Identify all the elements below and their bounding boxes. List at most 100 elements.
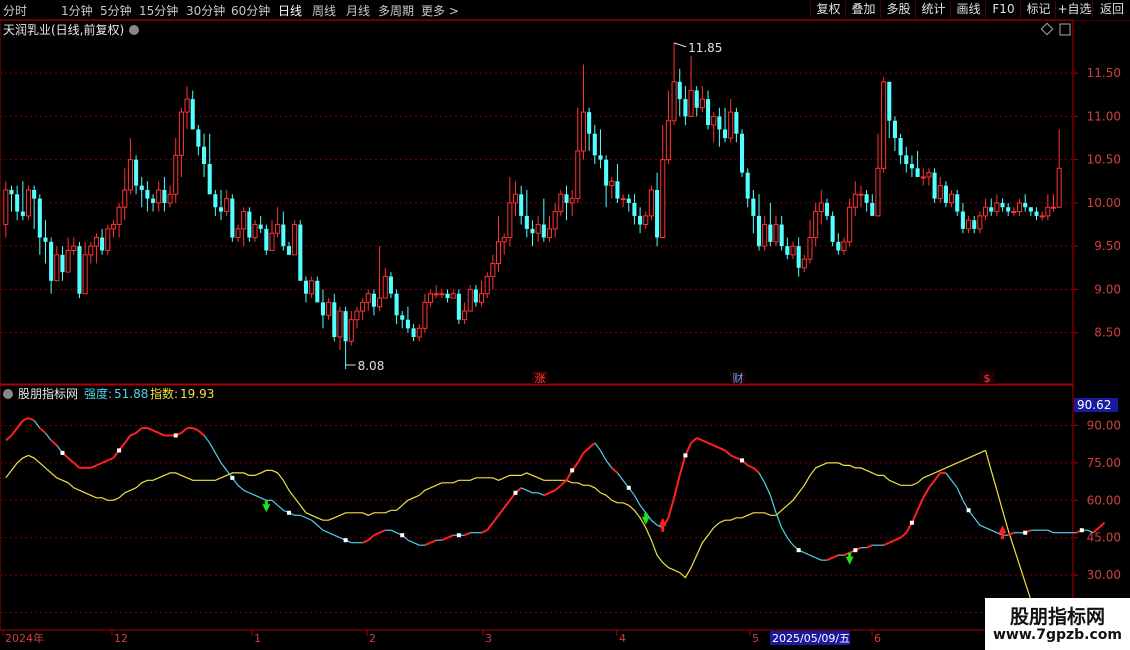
strength-segment [747, 464, 754, 469]
candle-body-down [77, 246, 82, 294]
candle-body-down [706, 99, 711, 126]
strength-marker [230, 475, 235, 480]
strength-segment [214, 452, 222, 464]
candle-body-down [298, 224, 303, 281]
price-tick-label: 10.00 [1087, 196, 1121, 210]
candle-body-down [207, 163, 212, 195]
strength-segment [33, 420, 41, 429]
candle-body-down [745, 172, 750, 199]
candle-body-up [773, 224, 779, 243]
candle-body-down [598, 155, 603, 160]
candle-body-down [190, 99, 195, 130]
strength-segment [430, 539, 437, 544]
candle-body-down [932, 172, 937, 199]
strength-segment [786, 537, 794, 546]
candle-body-up [467, 288, 473, 312]
candle-body-down [694, 90, 699, 108]
candle-body-down [943, 185, 948, 203]
strength-segment [922, 487, 930, 499]
strength-segment [1098, 521, 1106, 529]
candle-body-up [983, 206, 989, 217]
candle-body-down [734, 112, 739, 134]
strength-segment [945, 472, 953, 481]
candle-body-down [196, 129, 201, 147]
candle-body-up [977, 215, 983, 230]
strength-segment [651, 519, 658, 526]
candle-body-down [541, 224, 546, 238]
price-tick-label: 9.00 [1094, 282, 1121, 296]
candle-body-down [739, 133, 745, 173]
stock-chart: 8.50 9.00 9.50 10.00 10.50 11.00 11.50 11.85 8.0… [0, 19, 1130, 645]
candle-body-up [167, 193, 173, 204]
candle-body-up [620, 198, 626, 201]
candle-body-down [32, 189, 37, 199]
candle-body-up [841, 241, 847, 251]
candle-body-down [915, 168, 920, 177]
indicator-tick-label: 30.00 [1087, 568, 1121, 582]
candle-body-up [292, 224, 298, 256]
candle-body-up [360, 301, 366, 312]
strength-segment [180, 427, 188, 434]
strength-segment [441, 536, 448, 542]
price-tick-label: 10.50 [1087, 153, 1121, 167]
candle-body-up [512, 193, 519, 204]
strength-segment [497, 507, 505, 516]
strength-segment [713, 444, 720, 449]
strength-marker [570, 468, 575, 473]
time-label: 3 [485, 632, 492, 645]
indicator-tick-label: 75.00 [1087, 456, 1121, 470]
strength-segment [520, 487, 528, 491]
candle-body-up [71, 245, 77, 251]
strength-segment [373, 531, 380, 537]
signal-arrow-up [998, 525, 1007, 540]
candle-body-down [626, 198, 631, 203]
strength-segment [271, 499, 279, 506]
candle-body-up [184, 98, 190, 113]
candle-body-down [213, 194, 218, 208]
strength-marker [60, 450, 65, 455]
candle-body-up [110, 224, 116, 230]
strength-segment [543, 491, 550, 497]
strength-segment [888, 539, 896, 544]
candle-body-down [15, 194, 20, 212]
candle-body-down [972, 220, 977, 229]
candle-body-up [337, 310, 343, 338]
candle-body-down [519, 194, 524, 216]
candle-body-up [609, 180, 615, 187]
high-label: 11.85 [688, 41, 722, 55]
candle-body-up [569, 198, 575, 204]
strength-segment [990, 529, 998, 534]
candle-body-up [847, 206, 853, 243]
candle-body-up [728, 111, 734, 139]
indicator-tick-label: 60.00 [1087, 493, 1121, 507]
title-dropdown-icon [129, 25, 139, 35]
strength-segment [407, 539, 414, 544]
candle-body-up [309, 280, 315, 295]
strength-segment [192, 427, 199, 432]
candle-body-up [926, 172, 932, 178]
strength-segment [130, 432, 137, 437]
signal-arrow-down [262, 500, 271, 513]
candle-body-up [25, 189, 32, 217]
candle-body-up [365, 293, 371, 303]
candle-body-down [717, 116, 722, 130]
candle-body-up [671, 81, 677, 122]
candle-body-down [587, 112, 592, 134]
strength-label: 强度: [84, 386, 112, 401]
candle-body-up [507, 202, 513, 239]
candle-body-up [552, 211, 558, 230]
strength-marker [117, 448, 122, 453]
strength-segment [764, 482, 771, 496]
strength-segment [611, 467, 619, 474]
candle-body-down [343, 311, 348, 342]
strength-segment [701, 439, 709, 444]
candle-body-down [411, 328, 416, 337]
strength-segment [243, 489, 250, 494]
strength-segment [50, 439, 58, 447]
candle-body-up [65, 249, 71, 273]
strength-segment [576, 452, 585, 464]
candle-body-up [478, 293, 485, 303]
strength-marker [853, 548, 858, 553]
strength-segment [254, 494, 261, 499]
signal-arrow-up [658, 517, 667, 532]
